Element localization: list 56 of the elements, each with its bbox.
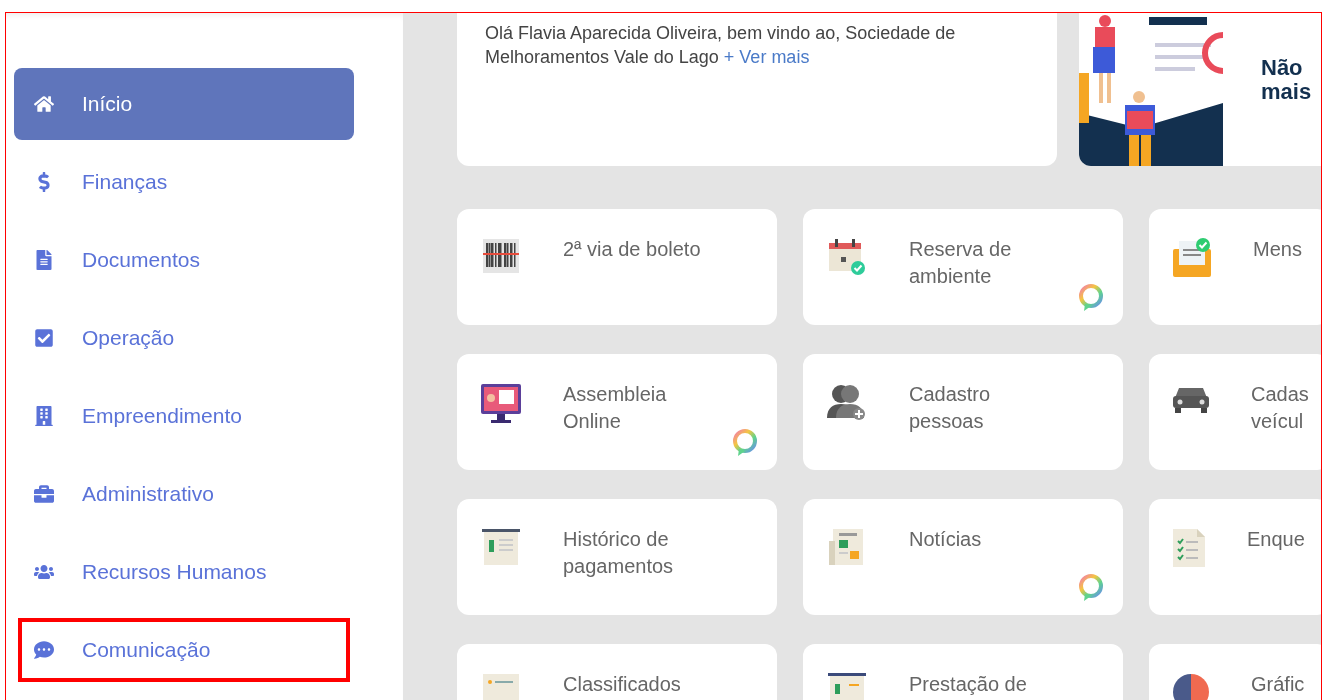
- sidebar-item[interactable]: Operação: [14, 302, 354, 374]
- feature-tile[interactable]: Notícias: [803, 499, 1123, 615]
- envelope-check-icon: [1171, 237, 1213, 279]
- chat-bubble-icon: [34, 640, 54, 660]
- sidebar-item[interactable]: Administrativo: [14, 458, 354, 530]
- feature-tile[interactable]: Cadastro pessoas: [803, 354, 1123, 470]
- welcome-text: Olá Flavia Aparecida Oliveira, bem vindo ao, Sociedade de Melhoramentos Vale do Lago + Ver mais: [485, 22, 957, 69]
- feature-tile[interactable]: Gráfic: [1149, 644, 1321, 700]
- tile-label: Histórico de pagamentos: [563, 527, 675, 579]
- sidebar-item[interactable]: Recursos Humanos: [14, 536, 354, 608]
- barcode-icon: [481, 237, 521, 275]
- sidebar-item[interactable]: Finanças: [14, 146, 354, 218]
- chat-badge-icon: [1077, 573, 1105, 603]
- list-card-icon: [481, 672, 521, 700]
- calendar-check-icon: [827, 237, 867, 277]
- tile-label: Cadastro pessoas: [909, 382, 992, 434]
- tile-label: Reserva de ambiente: [909, 237, 1013, 289]
- document-icon: [34, 250, 54, 270]
- receipt-icon: [827, 672, 867, 700]
- tile-label: Gráfic: [1251, 672, 1306, 697]
- see-more-link[interactable]: + Ver mais: [723, 47, 810, 67]
- tile-label: Prestação de: [909, 672, 1028, 697]
- chat-badge-icon: [1077, 283, 1105, 313]
- tile-label: Cadas veícul: [1251, 382, 1310, 434]
- feature-tile[interactable]: Enque: [1149, 499, 1321, 615]
- building-icon: [34, 406, 54, 426]
- tile-label: Classificados: [563, 672, 682, 697]
- people-icon: [34, 562, 54, 582]
- tile-label: 2ª via de boleto: [563, 237, 702, 262]
- checkbox-icon: [34, 328, 54, 348]
- feature-tile[interactable]: Histórico de pagamentos: [457, 499, 777, 615]
- users-add-icon: [826, 382, 868, 422]
- tile-label: Assembleia Online: [563, 382, 668, 434]
- monitor-icon: [479, 382, 523, 426]
- receipt-icon: [481, 527, 521, 567]
- chat-badge-icon: [731, 428, 759, 458]
- feature-tile[interactable]: Classificados: [457, 644, 777, 700]
- banner-title: Não: [1261, 55, 1304, 80]
- feature-tile[interactable]: Reserva de ambiente: [803, 209, 1123, 325]
- sidebar-item[interactable]: Comunicação: [14, 614, 354, 686]
- sidebar-item[interactable]: Documentos: [14, 224, 354, 296]
- sidebar-item[interactable]: Empreendimento: [14, 380, 354, 452]
- feature-tile[interactable]: Mens: [1149, 209, 1321, 325]
- tile-label: Enque: [1247, 527, 1306, 552]
- checklist-icon: [1171, 527, 1207, 569]
- pie-icon: [1171, 672, 1211, 700]
- banner-title: mais: [1261, 79, 1312, 104]
- feature-tile[interactable]: Cadas veícul: [1149, 354, 1321, 470]
- feature-tile[interactable]: 2ª via de boleto: [457, 209, 777, 325]
- feature-tile[interactable]: Assembleia Online: [457, 354, 777, 470]
- tile-label: Notícias: [909, 527, 983, 552]
- briefcase-icon: [34, 484, 54, 504]
- home-icon: [34, 94, 54, 114]
- sidebar-item[interactable]: Início: [14, 68, 354, 140]
- tile-label: Mens: [1253, 237, 1303, 262]
- feature-tile[interactable]: Prestação de: [803, 644, 1123, 700]
